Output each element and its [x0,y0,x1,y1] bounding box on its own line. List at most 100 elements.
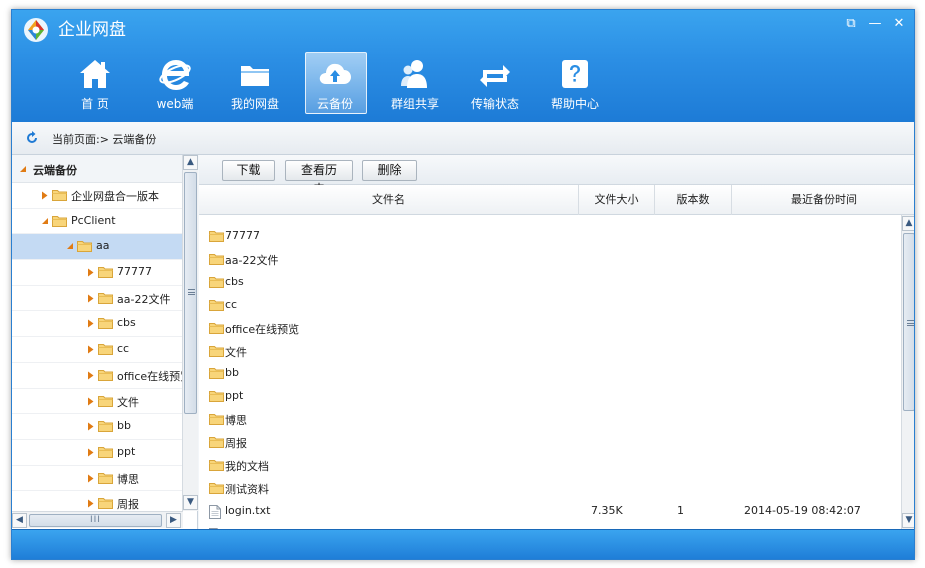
file-last-backup: 2014-05-19 08:42:07 [744,503,861,517]
tree-item[interactable]: cbs [12,311,182,338]
scroll-up-icon[interactable]: ▲ [902,216,914,231]
scroll-up-icon[interactable]: ▲ [183,155,198,170]
main-nav: 首 页 web端 我的网盘 云备份 群组共享 传输状态 帮助中心 [55,52,615,116]
column-header-name[interactable]: 文件名 [199,185,579,215]
tree-item[interactable]: 77777 [12,260,182,286]
tree-item[interactable]: 文件 [12,389,182,415]
tree-item[interactable]: 博思 [12,466,182,492]
expanded-arrow-icon[interactable] [41,217,49,225]
collapsed-arrow-icon[interactable] [87,268,95,277]
collapsed-arrow-icon[interactable] [87,345,95,354]
action-toolbar: 下载 查看历史 删除 [199,155,914,196]
nav-home[interactable]: 首 页 [55,52,135,116]
download-button[interactable]: 下载 [222,160,275,181]
column-header-last-backup[interactable]: 最近备份时间 [732,185,914,215]
scroll-down-icon[interactable]: ▼ [902,513,914,528]
tree-root-label: 云端备份 [33,164,77,177]
table-row[interactable]: ppt [199,385,901,408]
collapsed-arrow-icon[interactable] [87,474,95,483]
collapsed-arrow-icon[interactable] [87,319,95,328]
column-header-versions[interactable]: 版本数 [655,185,732,215]
folder-icon [98,292,113,304]
minimize-icon[interactable]: — [866,16,884,32]
folder-icon [209,391,224,403]
refresh-icon[interactable] [24,130,40,146]
nav-help-label: 帮助中心 [550,97,599,111]
tree-vertical-scrollbar[interactable]: ▲ ▼ [182,155,198,511]
file-name: 测试资料 [225,482,269,496]
expanded-arrow-icon[interactable] [66,242,74,250]
collapsed-arrow-icon[interactable] [87,371,95,380]
breadcrumb-bar: 当前页面:> 云端备份 [12,122,914,155]
scroll-right-icon[interactable]: ▶ [166,513,181,528]
table-row[interactable]: 我的文档 [199,454,901,477]
file-table-vertical-scrollbar[interactable]: ▲ ▼ [901,215,914,529]
table-row[interactable]: 77777 [199,225,901,248]
collapsed-arrow-icon[interactable] [87,499,95,508]
table-row[interactable]: office在线预览 [199,317,901,340]
table-row[interactable]: aa-22文件 [199,248,901,271]
folder-icon [209,253,224,265]
folder-icon [98,395,113,407]
restore-icon[interactable]: ⧉ [842,16,860,32]
tree-item[interactable]: bb [12,414,182,440]
table-row[interactable]: login.txt 7.35K 1 2014-05-19 08:42:07 [199,500,901,523]
folder-icon [98,446,113,458]
breadcrumb: 当前页面:> 云端备份 [52,133,157,146]
folder-icon [98,498,113,510]
close-icon[interactable]: ✕ [890,16,908,32]
scroll-thumb[interactable] [184,172,197,414]
nav-web[interactable]: web端 [135,52,215,116]
tree-item[interactable]: aa-22文件 [12,286,182,312]
nav-group-share[interactable]: 群组共享 [375,52,455,116]
group-icon [401,60,427,88]
folder-icon [209,345,224,357]
tree-item[interactable]: aa [12,234,182,261]
scroll-down-icon[interactable]: ▼ [183,495,198,510]
tree-item[interactable]: cc [12,337,182,363]
tree-item[interactable]: office在线预览 [12,363,182,389]
view-history-button[interactable]: 查看历史 [285,160,353,196]
tree-item-label: cbs [117,316,136,330]
tree-item[interactable]: 企业网盘合一版本 [12,183,182,209]
tree-item-label: cc [117,342,130,356]
tree-item[interactable]: PcClient [12,209,182,235]
table-row[interactable]: cbs [199,271,901,294]
table-row[interactable]: cc [199,294,901,317]
header-bar: 企业网盘 ⧉ — ✕ 首 页 web端 我的网盘 云备份 群组共享 传输状态 帮… [12,10,914,122]
collapsed-arrow-icon[interactable] [87,422,95,431]
tree-item-label: 77777 [117,265,152,279]
tree-root[interactable]: 云端备份 [12,155,182,183]
nav-my-disk[interactable]: 我的网盘 [215,52,295,116]
collapsed-arrow-icon[interactable] [41,191,49,200]
tree-rows: 企业网盘合一版本 PcClient aa 77777 aa-22文件 cbs cc offic… [12,183,182,517]
scroll-thumb[interactable] [903,233,914,411]
tree-item-label: aa [96,239,110,253]
tree-item[interactable]: ppt [12,440,182,466]
horizontal-scroll-thumb[interactable]: III [29,514,162,527]
file-table-body: 77777 aa-22文件 cbs cc office在线预览 文件 bb ppt 博思 周报 我的… [199,215,901,529]
table-row[interactable]: 博思 [199,408,901,431]
table-row[interactable]: 文件 [199,340,901,363]
nav-transfer[interactable]: 传输状态 [455,52,535,116]
scroll-left-icon[interactable]: ◀ [12,513,27,528]
tree-item-label: office在线预览 [117,369,182,383]
folder-icon [52,190,67,201]
nav-help[interactable]: 帮助中心 [535,52,615,116]
help-icon [562,60,588,88]
table-row[interactable]: 测试资料 [199,477,901,500]
cloud-backup-icon [319,63,351,84]
delete-button[interactable]: 删除 [362,160,417,181]
status-bar [12,529,914,559]
column-header-size[interactable]: 文件大小 [579,185,655,215]
collapsed-arrow-icon[interactable] [87,448,95,457]
collapsed-arrow-icon[interactable] [87,397,95,406]
tree-horizontal-scrollbar[interactable]: ◀ III ▶ [12,511,183,528]
table-row[interactable]: 周报 [199,431,901,454]
table-row[interactable]: bb [199,362,901,385]
scroll-grip-icon [188,289,195,295]
folder-icon [98,369,113,381]
file-name: cbs [225,274,244,288]
collapsed-arrow-icon[interactable] [87,294,95,303]
nav-cloud-backup[interactable]: 云备份 [295,52,375,116]
